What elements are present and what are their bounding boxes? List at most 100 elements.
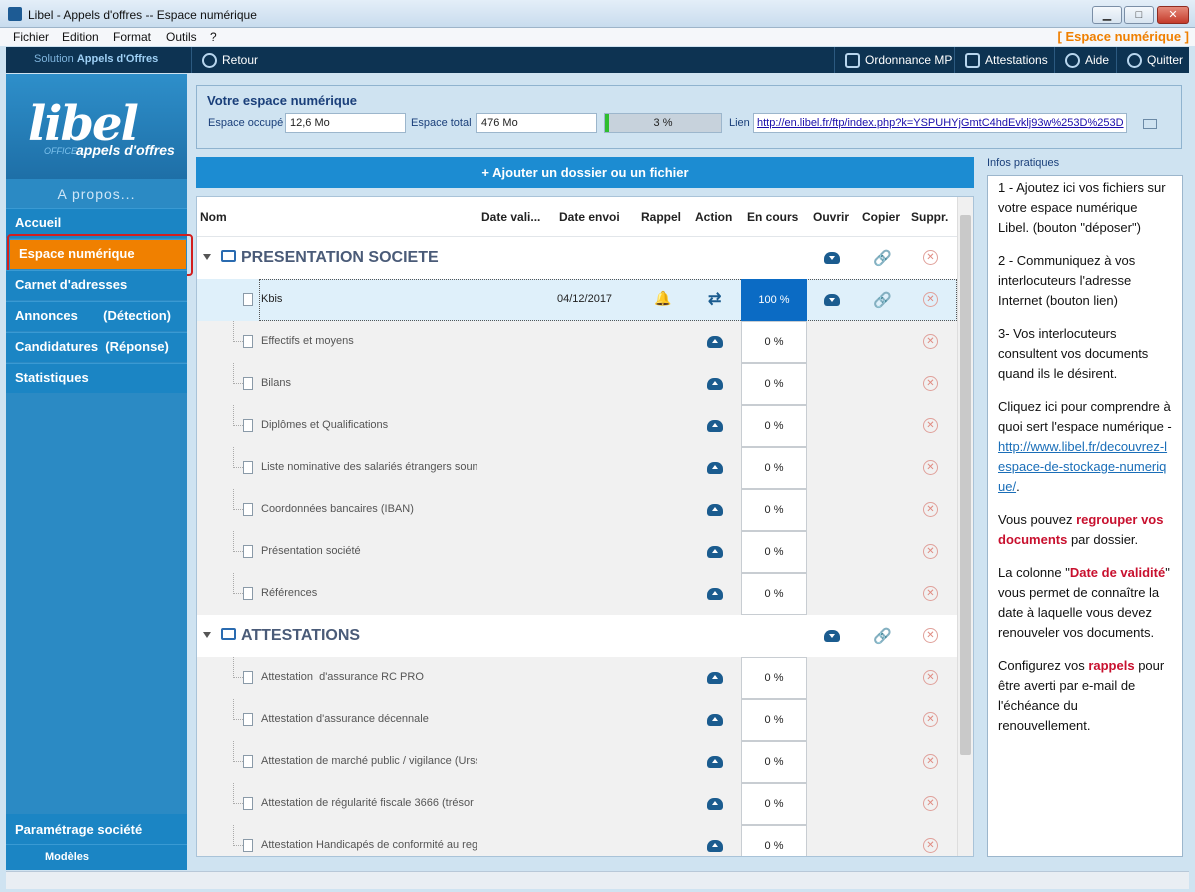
refresh-icon[interactable]: ⇄ [708, 289, 721, 309]
sidebar-item-candidatures[interactable]: Candidatures (Réponse) [6, 332, 187, 362]
table-row[interactable]: Attestation d'assurance décennale0 %✕ [197, 699, 957, 741]
col-date-envoi[interactable]: Date envoi [559, 210, 620, 224]
ordonnance-button[interactable]: Ordonnance MP [834, 47, 954, 73]
add-folder-file-button[interactable]: + Ajouter un dossier ou un fichier [196, 157, 974, 188]
col-action[interactable]: Action [695, 210, 732, 224]
download-icon[interactable] [824, 252, 840, 264]
delete-icon[interactable]: ✕ [923, 250, 938, 265]
file-name: Coordonnées bancaires (IBAN) [261, 503, 477, 515]
delete-icon[interactable]: ✕ [923, 838, 938, 853]
table-row[interactable]: Attestation de régularité fiscale 3666 (… [197, 783, 957, 825]
table-row[interactable]: Coordonnées bancaires (IBAN)0 %✕ [197, 489, 957, 531]
upload-icon[interactable] [707, 840, 723, 852]
en-cours-value: 0 % [741, 531, 807, 573]
delete-icon[interactable]: ✕ [923, 670, 938, 685]
link-icon[interactable]: 🔗 [873, 249, 892, 267]
retour-button[interactable]: Retour [191, 47, 263, 73]
col-ouvrir[interactable]: Ouvrir [813, 210, 849, 224]
lien-field[interactable]: http://en.libel.fr/ftp/index.php?k=YSPUH… [753, 113, 1127, 133]
sidebar-item-parametrage[interactable]: Paramétrage société [15, 822, 142, 837]
table-row[interactable]: Diplômes et Qualifications0 %✕ [197, 405, 957, 447]
table-row[interactable]: Attestation d'assurance RC PRO0 %✕ [197, 657, 957, 699]
table-row[interactable]: Bilans0 %✕ [197, 363, 957, 405]
quitter-button[interactable]: Quitter [1116, 47, 1189, 73]
upload-icon[interactable] [707, 588, 723, 600]
delete-icon[interactable]: ✕ [923, 712, 938, 727]
delete-icon[interactable]: ✕ [923, 376, 938, 391]
menu-help[interactable]: ? [210, 30, 217, 44]
sidebar-item-carnet[interactable]: Carnet d'adresses [6, 270, 187, 300]
table-row[interactable]: Présentation société0 %✕ [197, 531, 957, 573]
upload-icon[interactable] [707, 798, 723, 810]
delete-icon[interactable]: ✕ [923, 292, 938, 307]
vertical-scrollbar[interactable] [957, 197, 973, 857]
sidebar-item-statistiques[interactable]: Statistiques [6, 363, 187, 393]
aide-button[interactable]: Aide [1054, 47, 1116, 73]
maximize-button[interactable]: □ [1124, 6, 1154, 24]
col-nom[interactable]: Nom [200, 210, 227, 224]
table-row[interactable]: Kbis 04/12/2017 🔔 ⇄ 100 % 🔗 ✕ [197, 279, 957, 321]
group-row[interactable]: ATTESTATIONS 🔗 ✕ [197, 615, 957, 657]
solution-label: Solution Appels d'Offres [34, 53, 158, 65]
help-link[interactable]: http://www.libel.fr/decouvrez-lespace-de… [998, 439, 1167, 494]
apropos-link[interactable]: A propos... [6, 186, 187, 202]
delete-icon[interactable]: ✕ [923, 418, 938, 433]
document-add-icon [243, 755, 253, 768]
minimize-button[interactable]: ▁ [1092, 6, 1122, 24]
delete-icon[interactable]: ✕ [923, 754, 938, 769]
table-row[interactable]: Attestation de marché public / vigilance… [197, 741, 957, 783]
collapse-icon[interactable] [203, 254, 211, 260]
delete-icon[interactable]: ✕ [923, 502, 938, 517]
col-rappel[interactable]: Rappel [641, 210, 681, 224]
document-add-icon [243, 671, 253, 684]
upload-icon[interactable] [707, 546, 723, 558]
close-button[interactable]: ✕ [1157, 6, 1189, 24]
sidebar-item-annonces[interactable]: Annonces (Détection) [6, 301, 187, 331]
upload-icon[interactable] [707, 378, 723, 390]
col-date-validite[interactable]: Date vali... [481, 210, 540, 224]
table-row[interactable]: Références0 %✕ [197, 573, 957, 615]
delete-icon[interactable]: ✕ [923, 628, 938, 643]
menu-edition[interactable]: Edition [62, 30, 99, 44]
table-row[interactable]: Liste nominative des salariés étrangers … [197, 447, 957, 489]
upload-icon[interactable] [707, 336, 723, 348]
col-en-cours[interactable]: En cours [747, 210, 798, 224]
menu-format[interactable]: Format [113, 30, 151, 44]
file-name: Liste nominative des salariés étrangers … [261, 461, 477, 473]
upload-icon[interactable] [707, 504, 723, 516]
col-copier[interactable]: Copier [862, 210, 900, 224]
delete-icon[interactable]: ✕ [923, 334, 938, 349]
table-row[interactable]: Effectifs et moyens0 %✕ [197, 321, 957, 363]
menu-fichier[interactable]: Fichier [13, 30, 49, 44]
documents-grid: Nom Date vali... Date envoi Rappel Actio… [196, 196, 974, 857]
collapse-icon[interactable] [203, 632, 211, 638]
upload-icon[interactable] [707, 756, 723, 768]
download-icon[interactable] [824, 294, 840, 306]
occupe-field[interactable]: 12,6 Mo [285, 113, 406, 133]
file-name: Bilans [261, 377, 477, 389]
mail-icon[interactable] [1143, 119, 1157, 129]
upload-icon[interactable] [707, 714, 723, 726]
bell-icon[interactable]: 🔔 [654, 290, 671, 307]
upload-icon[interactable] [707, 420, 723, 432]
menu-outils[interactable]: Outils [166, 30, 197, 44]
link-icon[interactable]: 🔗 [873, 627, 892, 645]
delete-icon[interactable]: ✕ [923, 796, 938, 811]
download-icon[interactable] [824, 630, 840, 642]
upload-icon[interactable] [707, 462, 723, 474]
total-field[interactable]: 476 Mo [476, 113, 597, 133]
table-row[interactable]: Attestation Handicapés de conformité au … [197, 825, 957, 857]
group-row[interactable]: PRESENTATION SOCIETE 🔗 ✕ [197, 237, 957, 279]
col-suppr[interactable]: Suppr. [911, 210, 948, 224]
info-step-1: 1 - Ajoutez ici vos fichiers sur votre e… [998, 178, 1172, 238]
link-icon[interactable]: 🔗 [873, 291, 892, 309]
delete-icon[interactable]: ✕ [923, 544, 938, 559]
scrollbar-thumb[interactable] [960, 215, 971, 755]
delete-icon[interactable]: ✕ [923, 586, 938, 601]
document-add-icon [243, 839, 253, 852]
attestations-button[interactable]: Attestations [954, 47, 1054, 73]
info-regrouper: Vous pouvez regrouper vos documents par … [998, 510, 1172, 550]
sidebar-item-modeles[interactable]: Modèles [6, 844, 187, 863]
upload-icon[interactable] [707, 672, 723, 684]
delete-icon[interactable]: ✕ [923, 460, 938, 475]
